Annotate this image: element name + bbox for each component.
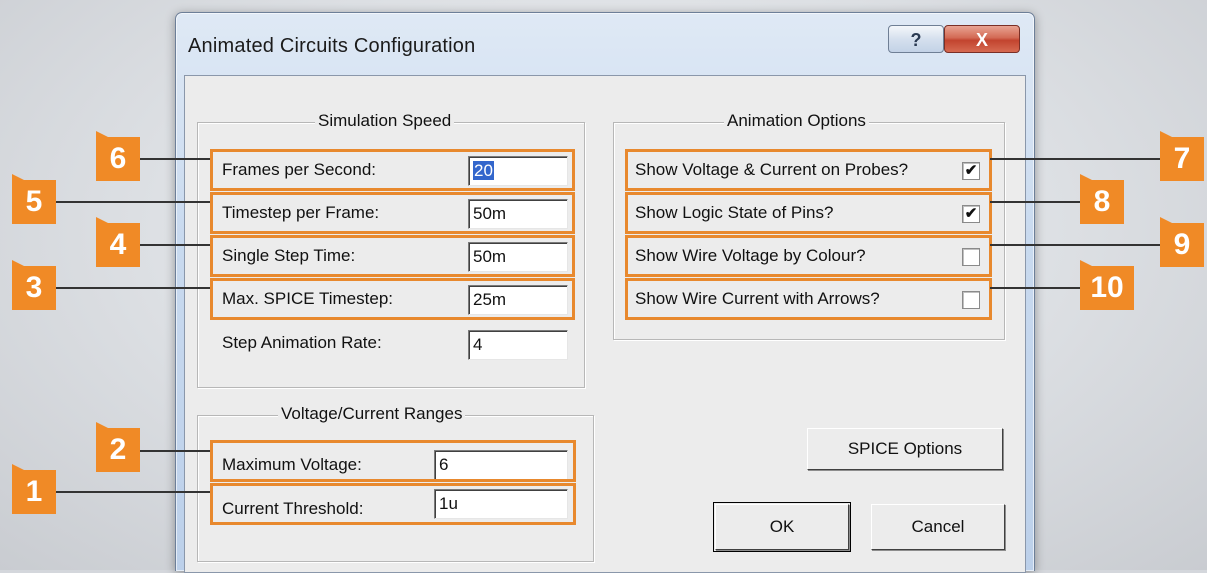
highlight-voltage-current-probes [625, 149, 992, 191]
cancel-label: Cancel [911, 517, 965, 536]
spice-options-label: SPICE Options [847, 439, 963, 458]
leader-9 [990, 244, 1160, 246]
voltage-current-title: Voltage/Current Ranges [278, 404, 466, 424]
callout-1: 1 [12, 470, 56, 514]
callout-2: 2 [96, 428, 140, 472]
cancel-button[interactable]: Cancel [871, 504, 1005, 550]
dialog-client-area: Simulation Speed Frames per Second: 20 T… [184, 75, 1026, 573]
dialog-window: Animated Circuits Configuration ? X Simu… [175, 12, 1035, 573]
leader-1 [54, 491, 210, 493]
help-button[interactable]: ? [888, 25, 944, 53]
leader-10 [990, 287, 1080, 289]
highlight-frames-per-second [210, 149, 575, 191]
close-button[interactable]: X [944, 25, 1020, 53]
dialog-title: Animated Circuits Configuration [188, 35, 476, 57]
ok-button[interactable]: OK [713, 502, 851, 552]
leader-8 [990, 201, 1080, 203]
step-animation-rate-label: Step Animation Rate: [222, 333, 382, 352]
leader-7 [990, 158, 1160, 160]
highlight-max-spice-timestep [210, 278, 575, 320]
leader-5 [54, 201, 210, 203]
highlight-wire-voltage-colour [625, 235, 992, 277]
leader-4 [140, 244, 210, 246]
highlight-current-threshold [210, 483, 576, 525]
leader-2 [140, 450, 210, 452]
highlight-maximum-voltage [210, 440, 576, 482]
simulation-speed-title: Simulation Speed [315, 111, 455, 131]
ok-label: OK [769, 517, 795, 536]
highlight-single-step-time [210, 235, 575, 277]
highlight-timestep-per-frame [210, 192, 575, 234]
spice-options-button[interactable]: SPICE Options [807, 428, 1003, 470]
callout-8: 8 [1080, 180, 1124, 224]
highlight-wire-current-arrows [625, 278, 992, 320]
animation-options-title: Animation Options [724, 111, 869, 131]
step-animation-rate-input[interactable]: 4 [468, 330, 568, 360]
callout-4: 4 [96, 223, 140, 267]
callout-3: 3 [12, 266, 56, 310]
callout-5: 5 [12, 180, 56, 224]
callout-6: 6 [96, 137, 140, 181]
callout-10: 10 [1080, 266, 1134, 310]
highlight-logic-state-pins [625, 192, 992, 234]
callout-7: 7 [1160, 137, 1204, 181]
leader-3 [54, 287, 210, 289]
leader-6 [140, 158, 210, 160]
callout-9: 9 [1160, 223, 1204, 267]
